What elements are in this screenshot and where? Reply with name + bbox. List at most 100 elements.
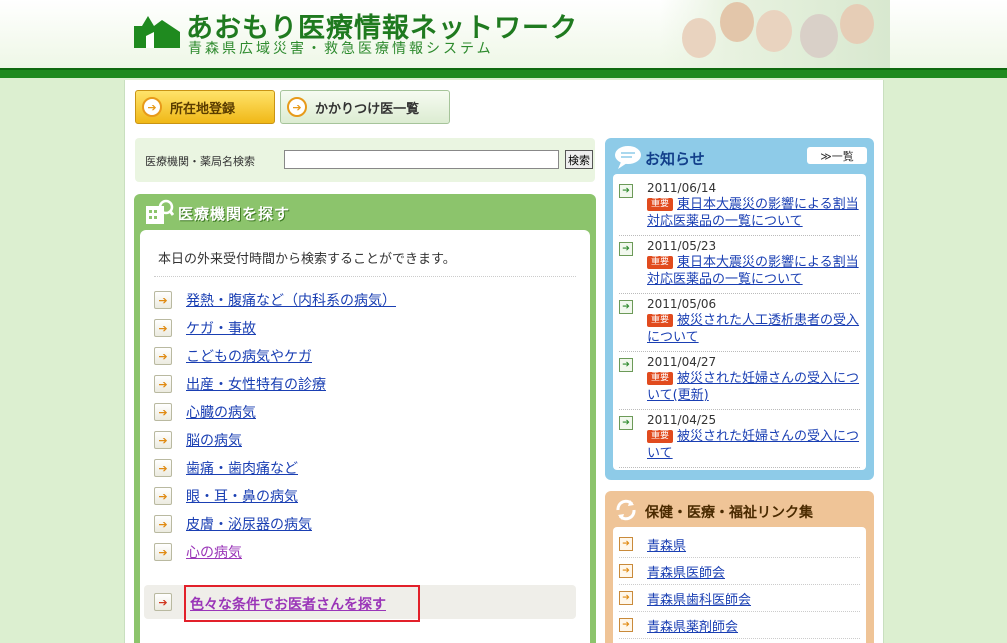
search-input[interactable]: [284, 150, 559, 169]
find-panel-body: 本日の外来受付時間から検索することができます。 ➔ 発熱・腹痛など（内科系の病気）…: [140, 230, 590, 643]
category-item[interactable]: ➔ 発熱・腹痛など（内科系の病気）: [154, 286, 576, 314]
category-link[interactable]: 脳の病気: [186, 430, 242, 450]
links-list: ➔ 青森県 ➔ 青森県医師会 ➔ 青森県歯科医師会 ➔ 青森県薬剤師会: [619, 531, 860, 639]
news-link-text: 被災された妊婦さんの受入について(更新): [647, 371, 860, 403]
hospital-search-icon: [146, 199, 174, 224]
arrow-right-icon: ➔: [619, 416, 633, 430]
family-doctor-list-button[interactable]: ➔ かかりつけ医一覧: [280, 90, 450, 124]
site-header: あおもり医療情報ネットワーク 青森県広域災害・救急医療情報システム: [0, 0, 1007, 68]
news-link-text: 被災された妊婦さんの受入について: [647, 429, 860, 461]
news-date: 2011/05/06: [647, 297, 717, 311]
important-badge: 重要: [647, 430, 674, 443]
search-label: 医療機関・薬局名検索: [145, 155, 255, 168]
category-item[interactable]: ➔ 皮膚・泌尿器の病気: [154, 510, 576, 538]
arrow-right-icon: ➔: [154, 593, 172, 611]
find-intro-text: 本日の外来受付時間から検索することができます。: [158, 252, 456, 267]
category-item[interactable]: ➔ 出産・女性特有の診療: [154, 370, 576, 398]
link-text[interactable]: 青森県薬剤師会: [647, 616, 738, 635]
divider: [154, 276, 576, 277]
important-badge: 重要: [647, 256, 674, 269]
news-link[interactable]: 重要 被災された人工透析患者の受入について: [647, 312, 862, 346]
links-body: ➔ 青森県 ➔ 青森県医師会 ➔ 青森県歯科医師会 ➔ 青森県薬剤師会: [613, 527, 866, 643]
arrow-right-icon: ➔: [619, 591, 633, 605]
arrow-right-icon: ➔: [142, 97, 162, 117]
news-date: 2011/05/23: [647, 239, 717, 253]
category-link[interactable]: こどもの病気やケガ: [186, 346, 312, 366]
news-link[interactable]: 重要 被災された妊婦さんの受入について: [647, 428, 862, 462]
link-item[interactable]: ➔ 青森県歯科医師会: [619, 585, 860, 612]
category-item[interactable]: ➔ 心の病気: [154, 538, 576, 566]
site-subtitle: 青森県広域災害・救急医療情報システム: [188, 41, 494, 57]
links-title: 保健・医療・福祉リンク集: [645, 505, 813, 521]
link-item[interactable]: ➔ 青森県薬剤師会: [619, 612, 860, 639]
arrow-right-icon: ➔: [619, 184, 633, 198]
arrow-right-icon: ➔: [619, 537, 633, 551]
category-item[interactable]: ➔ 眼・耳・鼻の病気: [154, 482, 576, 510]
name-search-box: 医療機関・薬局名検索 検索: [135, 138, 595, 182]
news-link[interactable]: 重要 被災された妊婦さんの受入について(更新): [647, 370, 862, 404]
news-item: ➔ 2011/06/14 重要 東日本大震災の影響による割当対応医薬品の一覧につい…: [619, 178, 860, 236]
arrow-right-icon: ➔: [619, 618, 633, 632]
condition-search-link[interactable]: 色々な条件でお医者さんを探す: [184, 585, 420, 622]
news-link-text: 被災された人工透析患者の受入について: [647, 313, 860, 345]
arrow-right-icon: ➔: [619, 300, 633, 314]
news-list: ➔ 2011/06/14 重要 東日本大震災の影響による割当対応医薬品の一覧につい…: [613, 178, 866, 468]
speech-bubble-icon: [615, 146, 641, 169]
arrow-right-icon: ➔: [619, 564, 633, 578]
arrow-right-icon: ➔: [154, 487, 172, 505]
arrow-right-icon: ➔: [154, 459, 172, 477]
category-link[interactable]: 皮膚・泌尿器の病気: [186, 514, 312, 534]
arrow-right-icon: ➔: [154, 347, 172, 365]
link-item[interactable]: ➔ 青森県医師会: [619, 558, 860, 585]
link-text[interactable]: 青森県歯科医師会: [647, 589, 751, 608]
news-panel: お知らせ ≫一覧 ➔ 2011/06/14 重要 東日本大震災の影響による割当対応…: [605, 138, 874, 480]
search-button[interactable]: 検索: [565, 150, 593, 169]
news-item: ➔ 2011/04/27 重要 被災された妊婦さんの受入について(更新): [619, 352, 860, 410]
category-list: ➔ 発熱・腹痛など（内科系の病気） ➔ ケガ・事故 ➔ こどもの病気やケガ ➔ 出産・女…: [154, 286, 576, 566]
category-item[interactable]: ➔ 歯痛・歯肉痛など: [154, 454, 576, 482]
arrow-right-icon: ➔: [154, 403, 172, 421]
news-list-button[interactable]: ≫一覧: [807, 147, 867, 164]
arrow-right-icon: ➔: [619, 242, 633, 256]
news-item: ➔ 2011/05/23 重要 東日本大震災の影響による割当対応医薬品の一覧につい…: [619, 236, 860, 294]
news-item: ➔ 2011/04/25 重要 被災された妊婦さんの受入について: [619, 410, 860, 468]
category-link[interactable]: 出産・女性特有の診療: [186, 374, 326, 394]
link-text[interactable]: 青森県: [647, 535, 686, 554]
category-item[interactable]: ➔ こどもの病気やケガ: [154, 342, 576, 370]
location-register-label: 所在地登録: [170, 101, 236, 117]
news-link-text: 東日本大震災の影響による割当対応医薬品の一覧について: [647, 255, 859, 287]
news-link[interactable]: 重要 東日本大震災の影響による割当対応医薬品の一覧について: [647, 196, 862, 230]
category-link[interactable]: 心の病気: [186, 542, 242, 562]
important-badge: 重要: [647, 314, 674, 327]
category-link[interactable]: 発熱・腹痛など（内科系の病気）: [186, 290, 396, 310]
location-register-button[interactable]: ➔ 所在地登録: [135, 90, 275, 124]
category-item[interactable]: ➔ 脳の病気: [154, 426, 576, 454]
news-date: 2011/06/14: [647, 181, 717, 195]
links-panel: 保健・医療・福祉リンク集 ➔ 青森県 ➔ 青森県医師会 ➔ 青森県歯科医師会 ➔ 青森県…: [605, 491, 874, 643]
news-link[interactable]: 重要 東日本大震災の影響による割当対応医薬品の一覧について: [647, 254, 862, 288]
news-date: 2011/04/25: [647, 413, 717, 427]
category-link[interactable]: 眼・耳・鼻の病気: [186, 486, 298, 506]
header-divider: [0, 68, 1007, 78]
arrow-right-icon: ➔: [154, 543, 172, 561]
category-link[interactable]: 歯痛・歯肉痛など: [186, 458, 298, 478]
category-link[interactable]: 心臓の病気: [186, 402, 256, 422]
find-institution-panel: 医療機関を探す 本日の外来受付時間から検索することができます。 ➔ 発熱・腹痛など…: [134, 194, 596, 643]
arrow-right-icon: ➔: [619, 358, 633, 372]
news-body: ➔ 2011/06/14 重要 東日本大震災の影響による割当対応医薬品の一覧につい…: [613, 174, 866, 470]
link-item[interactable]: ➔ 青森県: [619, 531, 860, 558]
arrow-right-icon: ➔: [154, 375, 172, 393]
category-item[interactable]: ➔ 心臓の病気: [154, 398, 576, 426]
aomori-logo-icon: [134, 16, 180, 48]
arrow-right-icon: ➔: [154, 515, 172, 533]
family-doctor-list-label: かかりつけ医一覧: [315, 101, 420, 117]
arrow-right-icon: ➔: [154, 291, 172, 309]
main-content: ➔ 所在地登録 ➔ かかりつけ医一覧 医療機関・薬局名検索 検索 医療機関を探す…: [124, 80, 884, 643]
news-item: ➔ 2011/05/06 重要 被災された人工透析患者の受入について: [619, 294, 860, 352]
link-text[interactable]: 青森県医師会: [647, 562, 725, 581]
category-link[interactable]: ケガ・事故: [186, 318, 256, 338]
news-link-text: 東日本大震災の影響による割当対応医薬品の一覧について: [647, 197, 859, 229]
category-item[interactable]: ➔ ケガ・事故: [154, 314, 576, 342]
news-date: 2011/04/27: [647, 355, 717, 369]
family-photo: [660, 0, 890, 68]
